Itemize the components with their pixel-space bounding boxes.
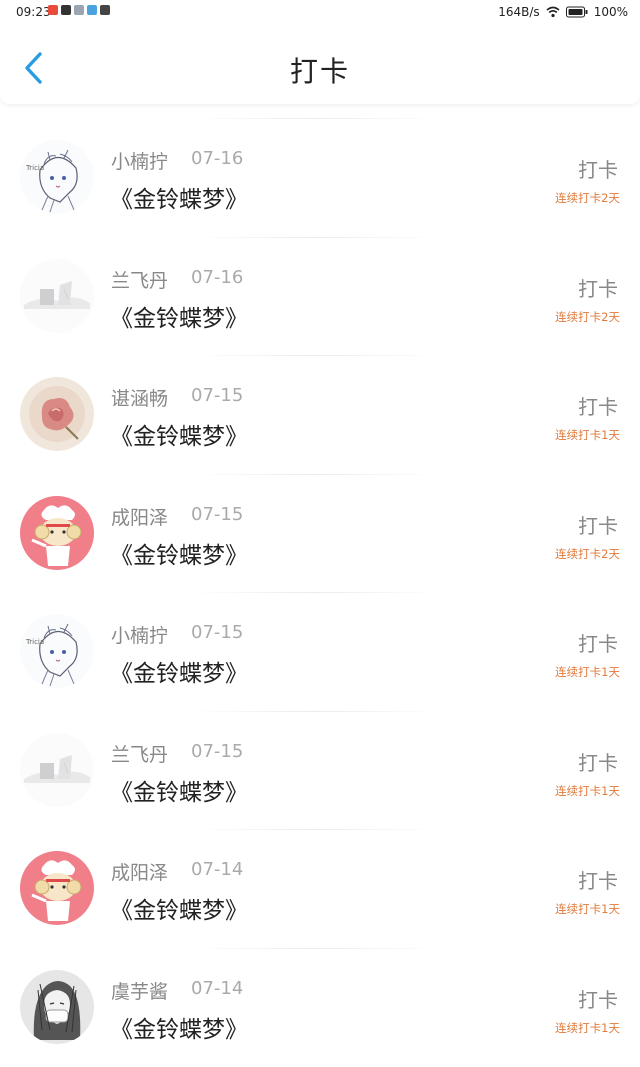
list-item[interactable]: 兰飞丹 07-15 《金铃蝶梦》 打卡 连续打卡1天	[0, 710, 640, 830]
post-date: 07-14	[191, 859, 244, 880]
book-title[interactable]: 《金铃蝶梦》	[110, 180, 248, 214]
row-divider	[190, 829, 440, 830]
list-item[interactable]: 兰飞丹 07-16 《金铃蝶梦》 打卡 连续打卡2天	[0, 236, 640, 356]
status-right: 164B/s 100%	[498, 5, 628, 19]
book-title[interactable]: 《金铃蝶梦》	[110, 1010, 248, 1044]
row-divider	[190, 473, 440, 475]
row-divider	[190, 355, 440, 356]
notification-icons	[48, 5, 110, 15]
avatar[interactable]	[20, 495, 94, 570]
post-date: 07-15	[191, 503, 244, 525]
notification-icon	[100, 5, 110, 15]
network-speed: 164B/s	[498, 5, 540, 19]
streak-text: 连续打卡1天	[555, 665, 620, 679]
post-date: 07-15	[191, 622, 244, 643]
user-name: 成阳泽	[111, 862, 169, 884]
list-item[interactable]: 成阳泽 07-14 《金铃蝶梦》 打卡 连续打卡1天	[0, 829, 640, 948]
list-item[interactable]: Tricia 小楠拧 07-15 《金铃蝶梦》 打卡 连续打卡1天	[0, 592, 640, 711]
row-divider	[190, 236, 440, 238]
book-title[interactable]: 《金铃蝶梦》	[110, 417, 248, 451]
user-name: 兰飞丹	[111, 743, 169, 766]
book-title[interactable]: 《金铃蝶梦》	[110, 773, 248, 807]
book-title[interactable]: 《金铃蝶梦》	[110, 891, 248, 925]
streak-text: 连续打卡2天	[555, 546, 620, 561]
checkin-button[interactable]: 打卡	[578, 628, 618, 657]
checkin-button[interactable]: 打卡	[578, 865, 618, 894]
user-name: 小楠拧	[111, 625, 169, 647]
user-name: 谌涵畅	[111, 388, 169, 410]
battery-icon	[565, 6, 588, 18]
row-divider	[190, 592, 440, 593]
avatar[interactable]	[20, 851, 94, 925]
streak-text: 连续打卡1天	[555, 783, 620, 798]
post-date: 07-16	[191, 148, 244, 169]
checkin-list: Tricia 小楠拧 07-16 《金铃蝶梦》 打卡 连续打卡2天 兰飞丹 07…	[0, 118, 640, 1066]
row-divider	[190, 710, 440, 712]
post-date: 07-14	[191, 977, 244, 999]
user-name: 小楠拧	[111, 151, 169, 173]
book-title[interactable]: 《金铃蝶梦》	[110, 536, 248, 570]
streak-text: 连续打卡1天	[555, 902, 620, 916]
list-item[interactable]: 虞芋酱 07-14 《金铃蝶梦》 打卡 连续打卡1天	[0, 947, 640, 1067]
post-date: 07-15	[191, 385, 244, 406]
checkin-button[interactable]: 打卡	[578, 747, 618, 776]
avatar[interactable]	[20, 377, 94, 451]
header-bar: 打卡	[0, 24, 640, 104]
user-name: 虞芋酱	[111, 980, 169, 1003]
notification-icon	[48, 5, 58, 15]
battery-percent: 100%	[593, 5, 628, 19]
checkin-button[interactable]: 打卡	[578, 273, 618, 302]
checkin-button[interactable]: 打卡	[578, 154, 618, 183]
svg-text:Tricia: Tricia	[25, 164, 44, 172]
avatar[interactable]: Tricia	[20, 614, 94, 688]
notification-icon	[87, 5, 97, 15]
streak-text: 连续打卡2天	[555, 191, 620, 205]
post-date: 07-16	[191, 266, 244, 288]
book-title[interactable]: 《金铃蝶梦》	[110, 654, 248, 688]
avatar[interactable]	[20, 258, 94, 333]
streak-text: 连续打卡1天	[555, 428, 620, 442]
user-name: 兰飞丹	[111, 269, 169, 292]
notification-icon	[74, 5, 84, 15]
list-item[interactable]: Tricia 小楠拧 07-16 《金铃蝶梦》 打卡 连续打卡2天	[0, 118, 640, 237]
wifi-icon	[546, 6, 560, 18]
row-divider	[190, 947, 440, 949]
avatar[interactable]: Tricia	[20, 140, 94, 214]
notification-icon	[61, 5, 71, 15]
user-name: 成阳泽	[111, 506, 169, 529]
list-item[interactable]: 谌涵畅 07-15 《金铃蝶梦》 打卡 连续打卡1天	[0, 355, 640, 474]
checkin-button[interactable]: 打卡	[578, 984, 618, 1013]
avatar[interactable]	[20, 732, 94, 807]
row-divider	[190, 118, 440, 119]
page-title: 打卡	[289, 55, 350, 88]
checkin-button[interactable]: 打卡	[578, 391, 618, 420]
avatar[interactable]	[20, 969, 94, 1044]
status-bar: 09:23 164B/s 100%	[0, 0, 640, 24]
streak-text: 连续打卡1天	[555, 1020, 620, 1035]
streak-text: 连续打卡2天	[555, 309, 620, 324]
checkin-button[interactable]: 打卡	[578, 510, 618, 539]
svg-text:Tricia: Tricia	[25, 638, 44, 646]
post-date: 07-15	[191, 740, 244, 762]
status-time: 09:23	[16, 5, 51, 19]
book-title[interactable]: 《金铃蝶梦》	[110, 299, 248, 333]
list-item[interactable]: 成阳泽 07-15 《金铃蝶梦》 打卡 连续打卡2天	[0, 473, 640, 593]
